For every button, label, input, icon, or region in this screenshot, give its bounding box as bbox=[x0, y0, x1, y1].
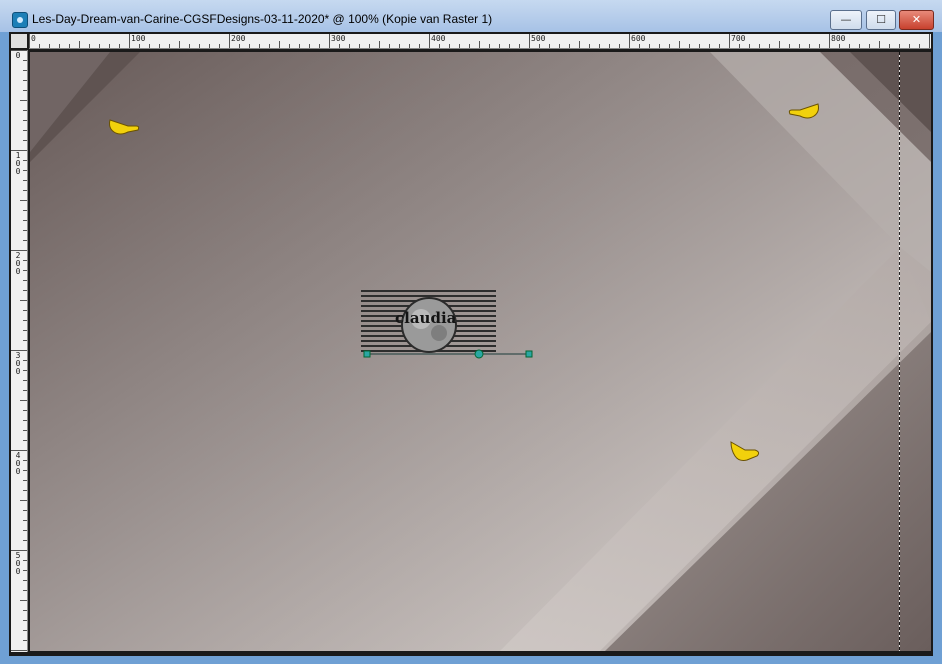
resize-handle-left bbox=[363, 350, 371, 358]
selection-handles bbox=[363, 349, 533, 359]
ruler-top-ticks bbox=[29, 34, 930, 48]
ruler-top-label: 100 bbox=[131, 34, 146, 43]
document-frame: 0 100 200 300 400 500 600 700 800 0 100 … bbox=[9, 32, 933, 656]
ruler-left-label: 400 bbox=[15, 451, 21, 476]
pointing-hand-icon bbox=[788, 103, 819, 119]
watermark-logo-layer[interactable]: claudia bbox=[361, 289, 533, 359]
rotate-handle bbox=[474, 349, 484, 359]
maximize-button[interactable]: ☐ bbox=[866, 10, 896, 30]
vertical-guide-line[interactable] bbox=[899, 52, 900, 651]
ruler-top-label: 500 bbox=[531, 34, 546, 43]
ruler-left-label: 200 bbox=[15, 251, 21, 276]
ruler-left-label: 300 bbox=[15, 351, 21, 376]
ruler-top-label: 0 bbox=[31, 34, 36, 43]
title-bar[interactable]: Les-Day-Dream-van-Carine-CGSFDesigns-03-… bbox=[0, 0, 942, 32]
ruler-corner bbox=[11, 34, 27, 48]
resize-handle-right bbox=[525, 350, 533, 358]
vertical-ruler[interactable]: 0 100 200 300 400 500 bbox=[11, 50, 28, 652]
image-canvas[interactable]: claudia bbox=[30, 52, 931, 651]
ruler-top-label: 300 bbox=[331, 34, 346, 43]
ruler-left-label: 500 bbox=[15, 551, 21, 576]
ruler-top-label: 200 bbox=[231, 34, 246, 43]
close-button[interactable]: ✕ bbox=[899, 10, 934, 30]
application-window: Les-Day-Dream-van-Carine-CGSFDesigns-03-… bbox=[0, 0, 942, 664]
logo-text: claudia bbox=[395, 309, 457, 327]
horizontal-ruler[interactable]: 0 100 200 300 400 500 600 700 800 bbox=[29, 34, 931, 49]
pointing-hand-icon bbox=[730, 441, 760, 461]
ruler-top-label: 400 bbox=[431, 34, 446, 43]
ruler-top-label: 800 bbox=[831, 34, 846, 43]
minimize-button[interactable]: — bbox=[830, 10, 862, 30]
ruler-top-label: 700 bbox=[731, 34, 746, 43]
window-title: Les-Day-Dream-van-Carine-CGSFDesigns-03-… bbox=[32, 12, 493, 26]
ruler-left-label: 0 bbox=[15, 51, 21, 60]
app-icon[interactable] bbox=[12, 12, 28, 28]
pointing-hand-icon bbox=[109, 119, 140, 135]
ruler-left-label: 100 bbox=[15, 151, 21, 176]
ruler-top-label: 600 bbox=[631, 34, 646, 43]
